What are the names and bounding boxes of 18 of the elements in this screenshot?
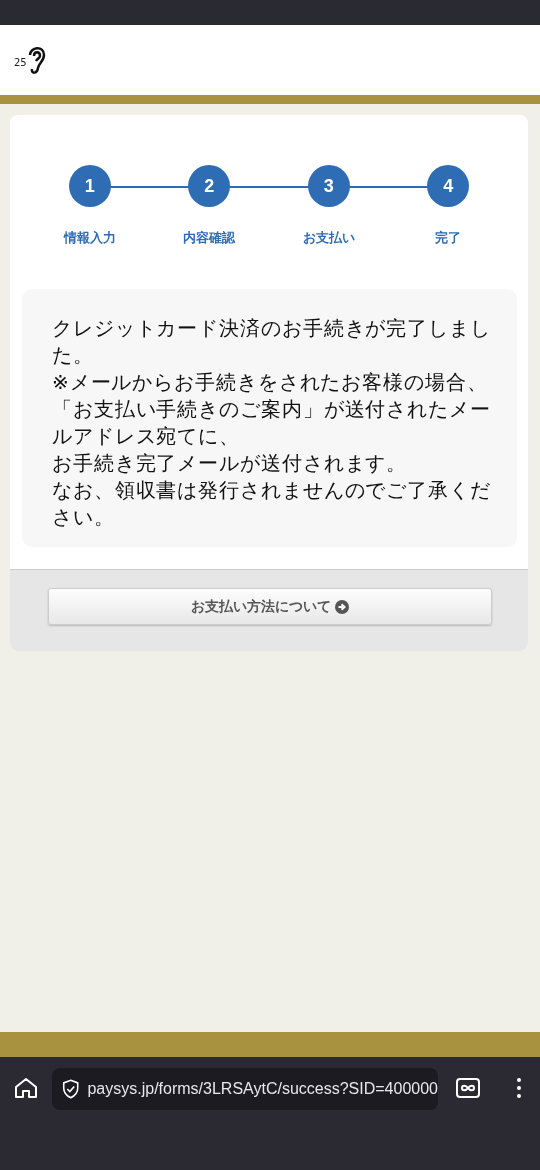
completion-message: クレジットカード決済のお手続きが完了しました。 ※メールからお手続きをされたお客様の場合、 「お支払い手続きのご案内」が送付されたメールアドレス宛てに、 お手続き完了メールが送付されます。 なお、領収書は発行されませんのでご了承ください。 [52,315,491,531]
address-bar[interactable]: paysys.jp/forms/3LRSAytC/success?SID=400000 [52,1068,438,1110]
menu-icon[interactable] [516,1077,522,1099]
shield-check-icon [62,1078,80,1100]
infinity-icon[interactable] [456,1077,480,1099]
step-circle: 2 [188,165,231,207]
payment-method-button[interactable]: お支払い方法について [48,588,492,625]
step-label: 内容確認 [183,229,236,247]
step-label: 情報入力 [63,229,116,247]
home-icon[interactable] [14,1077,38,1099]
step-label: お支払い [302,229,355,247]
step-circle: 4 [427,165,470,207]
step-circle: 1 [68,165,111,207]
step-label: 完了 [435,229,462,247]
logo-text: 25 [14,56,27,68]
step-circle: 3 [307,165,350,207]
url-text: paysys.jp/forms/3LRSAytC/success?SID=400000 [87,1080,438,1098]
arrow-circle-icon [335,599,349,614]
